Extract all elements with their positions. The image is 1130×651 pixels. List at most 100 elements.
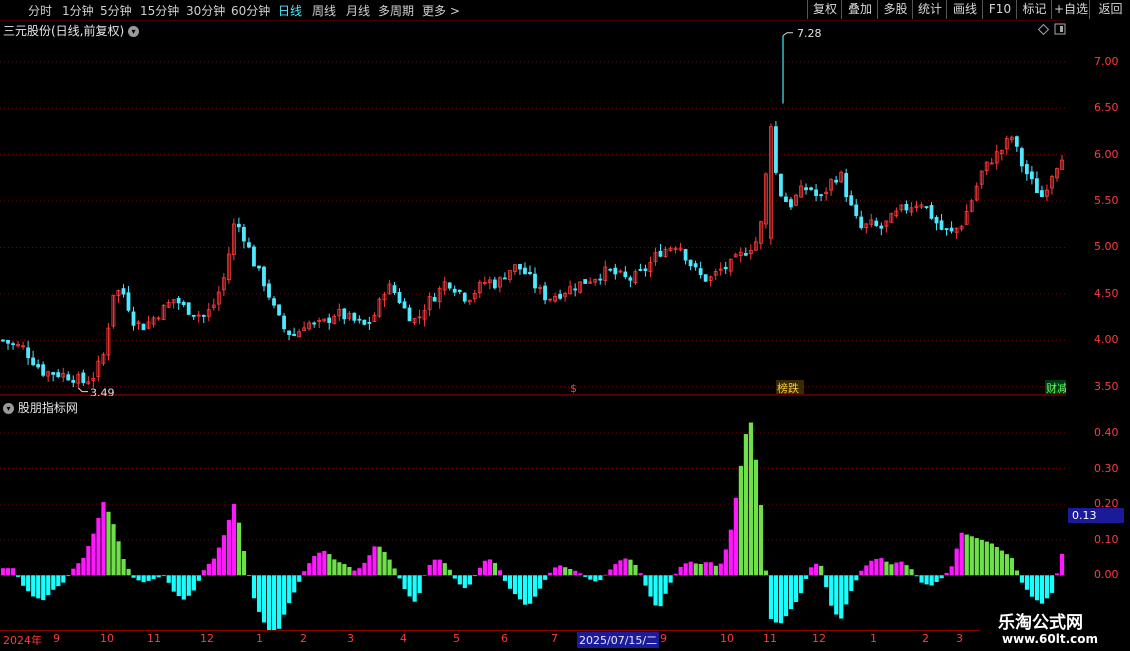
indicator-bar bbox=[417, 575, 422, 593]
candle-body bbox=[41, 364, 46, 376]
flag-s[interactable]: $ bbox=[570, 382, 577, 395]
indicator-bar bbox=[1004, 554, 1009, 576]
indicator-bar bbox=[21, 575, 26, 586]
indicator-bar bbox=[899, 561, 904, 576]
period-tab-3[interactable]: 15分钟 bbox=[140, 2, 179, 19]
indicator-bar bbox=[733, 497, 738, 576]
candle-body bbox=[1024, 164, 1029, 175]
period-tab-7[interactable]: 周线 bbox=[312, 2, 336, 19]
diamond-icon[interactable] bbox=[1037, 23, 1050, 36]
candle-body bbox=[236, 223, 241, 228]
candle-body bbox=[1040, 190, 1044, 198]
action-button-2[interactable]: 多股 bbox=[877, 0, 913, 19]
period-toolbar: 分时 1分钟 5分钟 15分钟 30分钟 60分钟 日线 周线 月线 多周期 更多 > 复权 叠加多… bbox=[0, 0, 1130, 21]
indicator-bar bbox=[41, 575, 46, 601]
period-tab-9[interactable]: 多周期 bbox=[378, 2, 414, 19]
indicator-bar bbox=[763, 570, 769, 576]
indicator-bar bbox=[683, 563, 688, 576]
action-button-3[interactable]: 统计 bbox=[912, 0, 947, 19]
price-chart[interactable]: 7.28 3.49 $ 榜跌 财减 bbox=[0, 20, 1066, 396]
indicator-bar bbox=[186, 575, 191, 596]
indicator-bar bbox=[728, 529, 733, 576]
date-label-5: 1 bbox=[256, 632, 263, 645]
indicator-bar bbox=[287, 575, 292, 604]
indicator-bar bbox=[51, 575, 56, 590]
more-periods-button[interactable]: 更多 > bbox=[422, 2, 460, 19]
candle-body bbox=[583, 279, 588, 284]
period-tab-8[interactable]: 月线 bbox=[346, 2, 370, 19]
period-tab-6[interactable]: 日线 bbox=[278, 2, 302, 19]
indicator-bar bbox=[502, 575, 508, 581]
indicator-bar bbox=[698, 564, 703, 576]
candle-body bbox=[879, 225, 884, 229]
date-label-1: 9 bbox=[53, 632, 60, 645]
candle-body bbox=[397, 292, 402, 303]
indicator-bar bbox=[161, 575, 166, 577]
indicator-bar bbox=[372, 546, 377, 576]
indicator-bar bbox=[1, 568, 6, 576]
indicator-bar bbox=[844, 575, 849, 605]
period-tab-5[interactable]: 60分钟 bbox=[231, 2, 270, 19]
indicator-bar bbox=[292, 575, 297, 593]
candle-body bbox=[934, 216, 939, 224]
period-tab-2[interactable]: 5分钟 bbox=[100, 2, 132, 19]
period-tab-0[interactable]: 分时 bbox=[28, 2, 52, 19]
indicator-bar bbox=[302, 571, 307, 576]
candle-body bbox=[774, 126, 778, 173]
candle-body bbox=[929, 205, 934, 219]
indicator-bar bbox=[226, 519, 232, 576]
indicator-bar bbox=[307, 563, 312, 576]
action-button-1[interactable]: 叠加 bbox=[841, 0, 878, 19]
indicator-bar bbox=[929, 575, 934, 586]
indicator-bar bbox=[653, 575, 658, 606]
indicator-bar bbox=[522, 575, 528, 605]
candle-body bbox=[176, 298, 181, 304]
indicator-bar bbox=[81, 557, 86, 576]
candle-body bbox=[543, 285, 547, 301]
indicator-bar bbox=[959, 532, 964, 576]
action-button-0[interactable]: 复权 bbox=[807, 0, 842, 19]
indicator-bar bbox=[156, 575, 161, 578]
period-tab-1[interactable]: 1分钟 bbox=[62, 2, 94, 19]
period-tab-4[interactable]: 30分钟 bbox=[186, 2, 225, 19]
date-label-4: 12 bbox=[200, 632, 214, 645]
action-button-7[interactable]: +自选 bbox=[1051, 0, 1090, 19]
indicator-bar bbox=[61, 575, 66, 583]
action-button-6[interactable]: 标记 bbox=[1016, 0, 1052, 19]
indicator-bar bbox=[563, 567, 568, 576]
candle-body bbox=[834, 179, 839, 183]
indicator-bar bbox=[1060, 553, 1065, 576]
indicator-bar bbox=[442, 563, 447, 576]
indicator-bar bbox=[196, 575, 201, 581]
action-button-4[interactable]: 画线 bbox=[946, 0, 983, 19]
indicator-bar bbox=[864, 565, 869, 576]
date-label-9: 5 bbox=[453, 632, 460, 645]
flag-bang[interactable]: 榜跌 bbox=[777, 381, 799, 395]
indicator-bar bbox=[678, 566, 683, 576]
indicator-bar bbox=[939, 575, 944, 579]
candle-body bbox=[312, 322, 317, 325]
candle-body bbox=[131, 311, 136, 326]
candle-body bbox=[31, 357, 36, 366]
indicator-bar bbox=[241, 551, 247, 576]
indicator-bar bbox=[452, 575, 457, 579]
indicator-bar bbox=[272, 575, 277, 630]
indicator-bar bbox=[618, 560, 623, 576]
indicator-bar bbox=[201, 570, 206, 576]
indicator-bar bbox=[382, 552, 387, 576]
date-label-7: 3 bbox=[347, 632, 354, 645]
flag-cai[interactable]: 财减 bbox=[1046, 381, 1066, 395]
indicator-bar bbox=[713, 565, 718, 576]
indicator-bar bbox=[312, 556, 317, 576]
action-button-5[interactable]: F10 bbox=[982, 0, 1017, 19]
indicator-bar bbox=[1034, 575, 1040, 601]
candle-body bbox=[1029, 171, 1034, 180]
date-label-13: 9 bbox=[660, 632, 667, 645]
candle-body bbox=[247, 242, 251, 248]
date-label-10: 6 bbox=[501, 632, 508, 645]
action-button-8[interactable]: 返回 bbox=[1089, 0, 1130, 19]
indicator-bar bbox=[904, 565, 909, 576]
candle-body bbox=[502, 277, 507, 280]
indicator-bar bbox=[56, 575, 61, 587]
indicator-chart[interactable] bbox=[0, 398, 1066, 630]
